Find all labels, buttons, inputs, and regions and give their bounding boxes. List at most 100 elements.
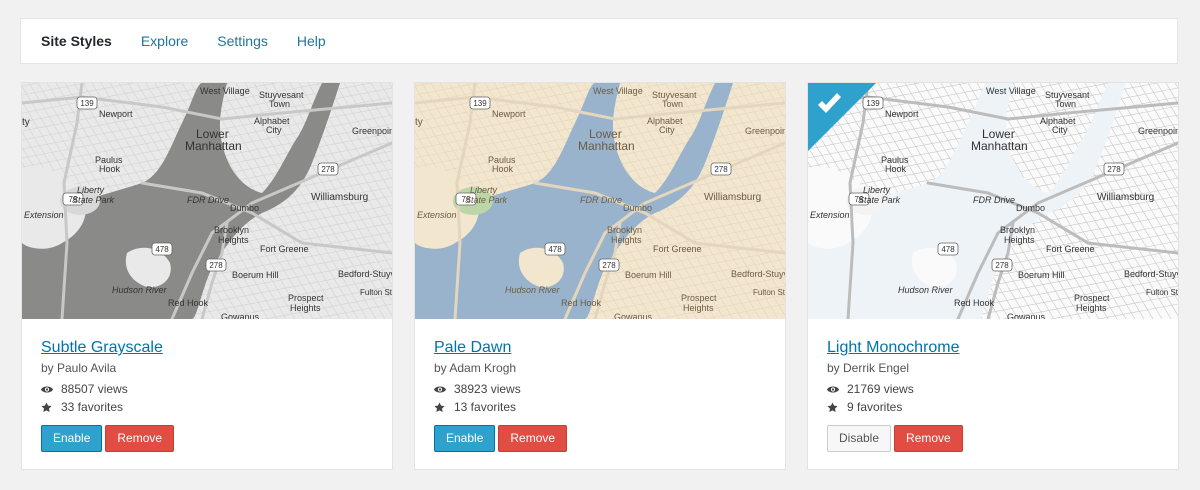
style-author: by Adam Krogh [434, 361, 517, 375]
map-label: Gowanus [1007, 312, 1046, 319]
eye-icon [827, 385, 843, 394]
map-label: City [266, 125, 282, 135]
map-label: City [1052, 125, 1068, 135]
route-shield: 278 [991, 258, 1013, 272]
map-label: Newport [99, 109, 133, 119]
star-icon [827, 401, 843, 413]
route-shield: 278 [710, 162, 732, 176]
star-icon [434, 401, 450, 413]
eye-icon [434, 385, 450, 394]
tab-site-styles[interactable]: Site Styles [41, 33, 112, 49]
favorites-stat: 9 favorites [827, 398, 1157, 416]
remove-button[interactable]: Remove [894, 425, 963, 452]
remove-button[interactable]: Remove [498, 425, 568, 452]
disable-button[interactable]: Disable [827, 425, 892, 452]
map-label: FDR Drive [580, 195, 622, 205]
map-label: Newport [492, 109, 526, 119]
map-label: West Village [593, 86, 643, 96]
views-count: 38923 views [454, 382, 521, 396]
views-stat: 21769 views [827, 380, 1157, 398]
map-label: Williamsburg [704, 192, 761, 203]
map-label: Fort Greene [1046, 244, 1095, 254]
style-card: West Village Stuyvesant Town Newport Lower Ma… [414, 82, 786, 470]
style-author: by Derrik Engel [827, 361, 910, 375]
map-label: Hudson River [112, 285, 168, 295]
map-label: Gowanus [614, 312, 653, 319]
map-label: Boerum Hill [1018, 270, 1065, 280]
views-stat: 88507 views [41, 380, 371, 398]
map-preview[interactable]: West Village Stuyvesant Town Newport Lower Ma… [808, 83, 1178, 319]
route-shield: 478 [544, 242, 566, 256]
map-label: Prospect [681, 293, 717, 303]
map-label: ty [415, 117, 423, 128]
map-label: Fort Greene [653, 244, 702, 254]
route-shield: 278 [317, 162, 339, 176]
map-label: Manhattan [578, 139, 635, 153]
style-title-link[interactable]: Light Monochrome [827, 337, 960, 359]
route-shield: 478 [937, 242, 959, 256]
map-label: Liberty [77, 185, 105, 195]
route-shield: 278 [598, 258, 620, 272]
map-label: Bedford-Stuyvesant [338, 269, 392, 279]
views-stat: 38923 views [434, 380, 764, 398]
map-label: Manhattan [185, 139, 242, 153]
map-canvas: West Village StuyvesantTownNewportLowerMa… [22, 83, 392, 319]
map-label: Prospect [1074, 293, 1110, 303]
route-number: 278 [714, 165, 728, 174]
views-count: 21769 views [847, 382, 914, 396]
route-shield: 139 [76, 96, 98, 110]
favorites-count: 13 favorites [454, 400, 517, 414]
map-label: Liberty [863, 185, 891, 195]
remove-button[interactable]: Remove [105, 425, 175, 452]
route-number: 478 [941, 245, 955, 254]
map-label: Hudson River [505, 285, 561, 295]
map-label: Brooklyn [214, 225, 249, 235]
style-cards: West Village Stuyvesant Town Newport Lower Ma… [21, 82, 1181, 472]
route-number: 278 [209, 261, 223, 270]
favorites-count: 33 favorites [61, 400, 124, 414]
active-badge [808, 83, 876, 151]
map-preview[interactable]: West Village Stuyvesant Town Newport Lower Ma… [415, 83, 785, 319]
style-title-link[interactable]: Subtle Grayscale [41, 337, 163, 359]
map-label: West Village [986, 86, 1036, 96]
map-label: Brooklyn [607, 225, 642, 235]
route-shield: 139 [469, 96, 491, 110]
map-label: Prospect [288, 293, 324, 303]
favorites-count: 9 favorites [847, 400, 903, 414]
map-label: Dumbo [623, 203, 652, 213]
map-label: Greenpoint [352, 126, 392, 136]
enable-button[interactable]: Enable [41, 425, 103, 452]
map-label: Heights [611, 235, 642, 245]
tab-settings[interactable]: Settings [217, 33, 268, 49]
map-label: FDR Drive [187, 195, 229, 205]
enable-button[interactable]: Enable [434, 425, 496, 452]
map-preview[interactable]: West Village Stuyvesant Town Newport Lower Ma… [22, 83, 392, 319]
favorites-stat: 13 favorites [434, 398, 764, 416]
map-label: West Village [200, 86, 250, 96]
tab-help[interactable]: Help [297, 33, 326, 49]
map-label: Williamsburg [1097, 192, 1154, 203]
map-canvas: West Village StuyvesantTownNewportLowerMa… [415, 83, 785, 319]
map-label: Heights [1004, 235, 1035, 245]
style-card: West Village Stuyvesant Town Newport Lower Ma… [21, 82, 393, 470]
map-label: Dumbo [230, 203, 259, 213]
map-label: Greenpoint [745, 126, 785, 136]
map-label: Dumbo [1016, 203, 1045, 213]
map-label: Red Hook [561, 298, 602, 308]
tab-explore[interactable]: Explore [141, 33, 188, 49]
map-label: Boerum Hill [232, 270, 279, 280]
map-label: Town [1055, 99, 1076, 109]
map-label: Fulton St [1146, 288, 1178, 297]
favorites-stat: 33 favorites [41, 398, 371, 416]
route-shield: 278 [205, 258, 227, 272]
map-label: Heights [1076, 303, 1107, 313]
map-label: Red Hook [954, 298, 995, 308]
map-label: Bedford-Stuyvesant [1124, 269, 1178, 279]
map-label: Extension [810, 210, 850, 220]
route-number: 278 [1107, 165, 1121, 174]
style-title-link[interactable]: Pale Dawn [434, 337, 511, 359]
map-label: Hook [99, 164, 121, 174]
map-label: Hook [492, 164, 514, 174]
map-label: Hook [885, 164, 907, 174]
map-label: Extension [417, 210, 457, 220]
